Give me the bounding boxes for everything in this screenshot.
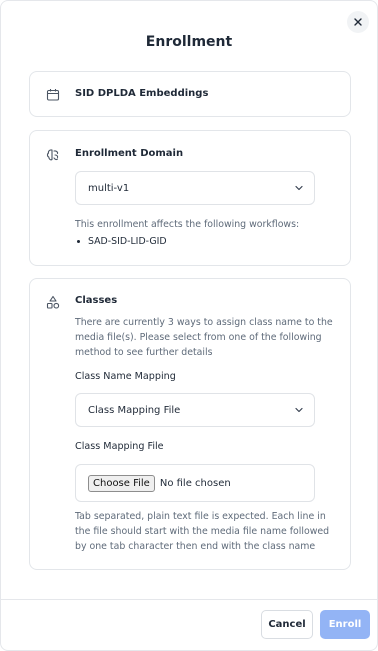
classes-description: There are currently 3 ways to assign cla…: [75, 317, 333, 358]
footer-divider: [1, 599, 377, 600]
workflow-list-item: SAD-SID-LID-GID: [75, 236, 167, 247]
chevron-down-icon: [295, 185, 303, 191]
file-status-text: No file chosen: [159, 477, 231, 489]
workflow-name: SAD-SID-LID-GID: [88, 236, 167, 247]
domain-description: This enrollment affects the following wo…: [75, 219, 300, 230]
close-icon: [354, 18, 362, 26]
chevron-down-icon: [295, 407, 303, 413]
model-name: SID DPLDA Embeddings: [75, 88, 209, 99]
class-mapping-select[interactable]: Class Mapping File: [75, 393, 315, 427]
domain-title: Enrollment Domain: [75, 148, 184, 159]
class-mapping-file-label: Class Mapping File: [75, 441, 164, 452]
enrollment-domain-card: Enrollment Domain multi-v1 This enrollme…: [29, 130, 351, 266]
enroll-button[interactable]: Enroll: [320, 610, 370, 639]
file-format-help: Tab separated, plain text file is expect…: [75, 511, 330, 552]
shapes-icon: [46, 295, 60, 309]
dialog-title: Enrollment: [145, 34, 233, 50]
calendar-icon: [46, 89, 60, 101]
model-card: SID DPLDA Embeddings: [29, 71, 351, 117]
choose-file-button[interactable]: Choose File: [88, 474, 155, 492]
brain-icon: [46, 149, 59, 161]
class-mapping-select-value: Class Mapping File: [88, 404, 181, 416]
domain-select[interactable]: multi-v1: [75, 171, 315, 205]
class-name-mapping-label: Class Name Mapping: [75, 371, 176, 382]
classes-title: Classes: [75, 295, 118, 306]
enrollment-dialog: Enrollment SID DPLDA Embeddings Enrollme…: [0, 0, 378, 651]
classes-card: Classes There are currently 3 ways to as…: [29, 278, 351, 570]
domain-select-value: multi-v1: [88, 182, 130, 194]
cancel-button[interactable]: Cancel: [261, 610, 313, 639]
bullet-dot: [77, 240, 80, 243]
class-mapping-file-input: Choose File No file chosen: [75, 464, 315, 502]
close-button[interactable]: [347, 11, 369, 33]
